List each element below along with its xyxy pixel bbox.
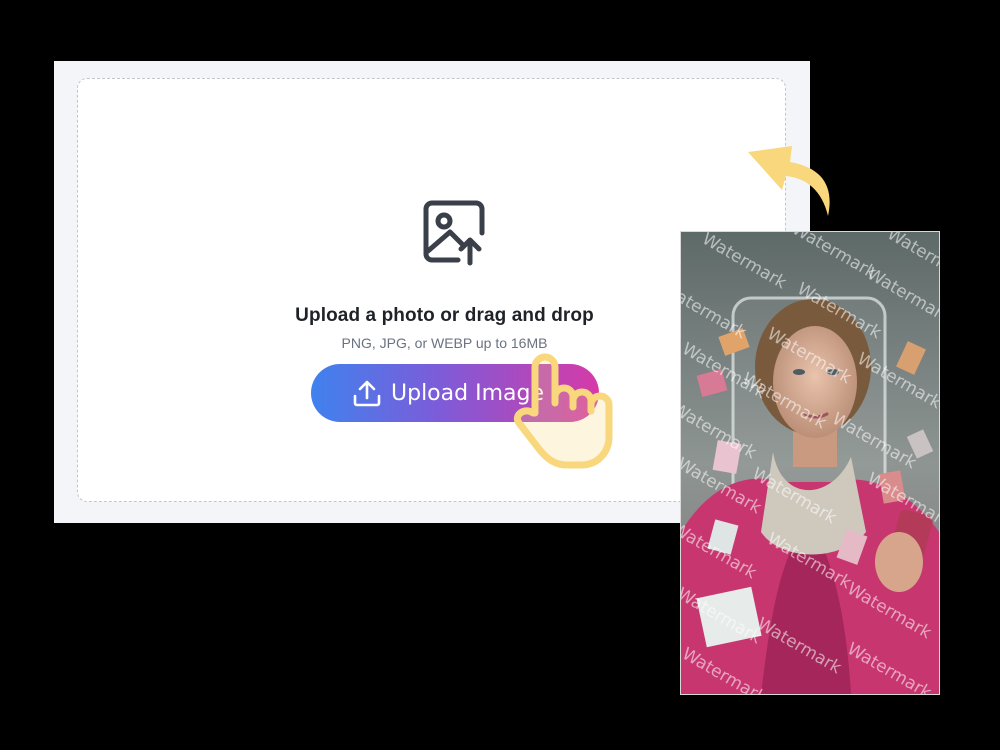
curved-arrow-icon [748, 146, 830, 216]
watermarked-preview-photo: Watermark Watermark Watermark Watermark … [680, 231, 940, 695]
upload-arrow-icon [353, 380, 381, 407]
stage: Upload a photo or drag and drop PNG, JPG… [0, 0, 1000, 750]
image-upload-icon [423, 200, 485, 266]
pointer-hand-icon [514, 353, 613, 469]
